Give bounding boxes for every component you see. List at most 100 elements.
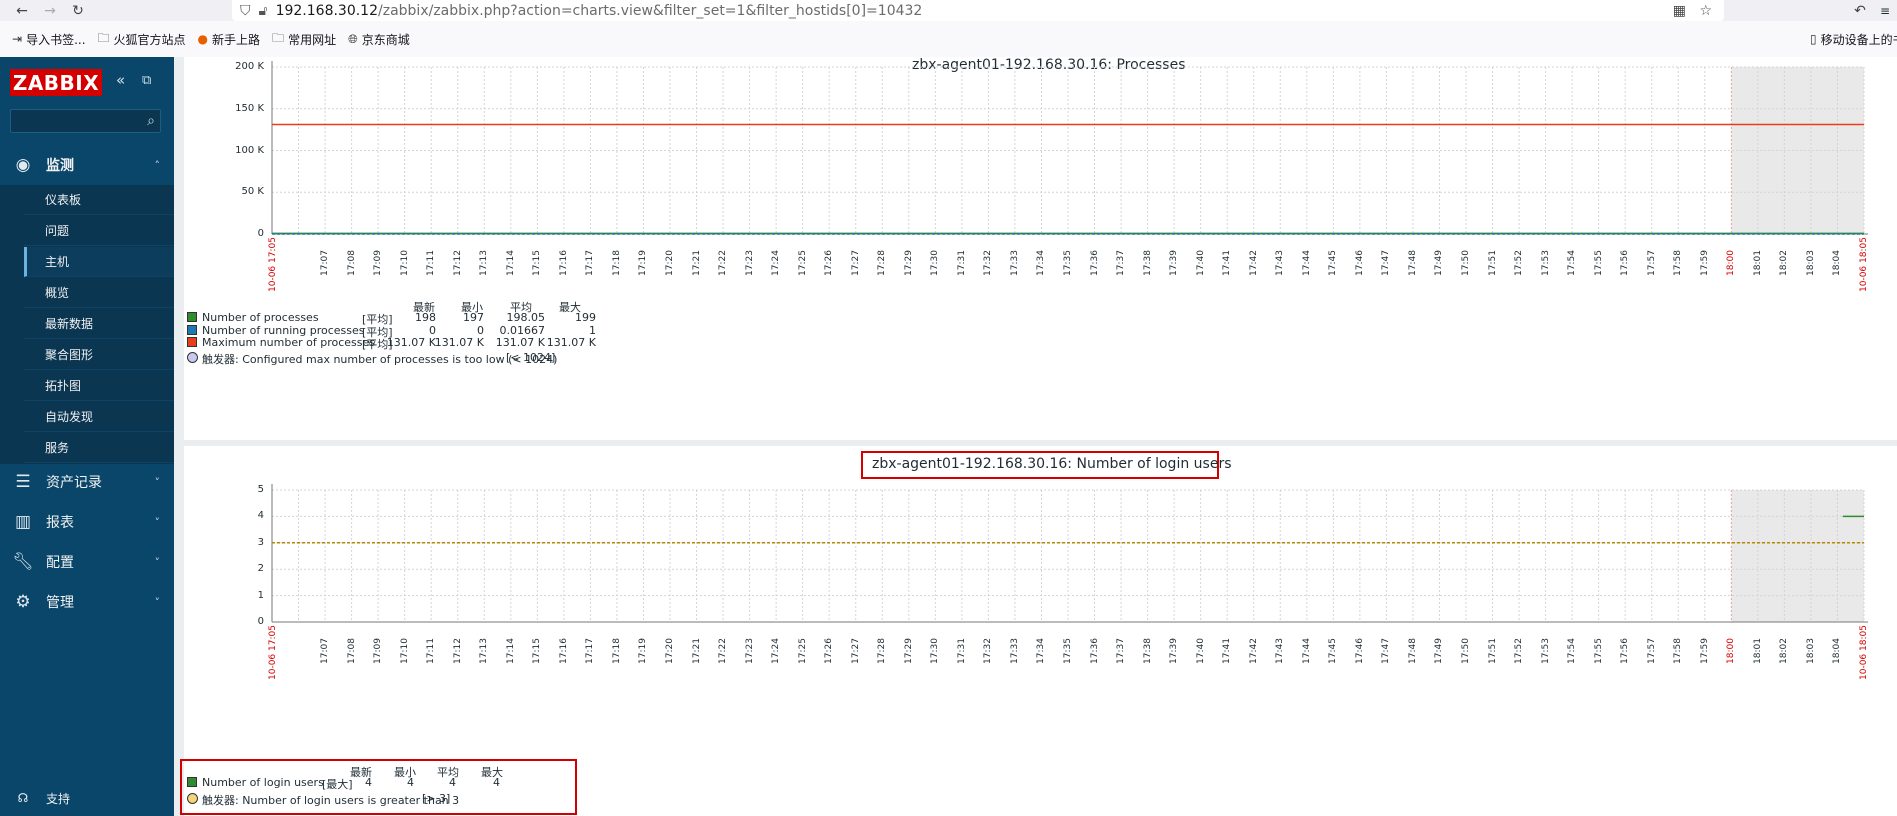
- chevron-down-icon: ˅: [154, 475, 161, 489]
- x-tick-label: 17:13: [479, 250, 490, 276]
- bookmark-firefox-site[interactable]: 🗀 火狐官方站点: [98, 29, 186, 50]
- url-host: 192.168.30.12: [275, 2, 379, 19]
- x-tick-label: 17:52: [1514, 638, 1525, 664]
- search-input[interactable]: ⌕: [10, 109, 161, 133]
- sidebar-item-hosts[interactable]: 主机: [24, 247, 174, 277]
- x-tick-label: 17:56: [1620, 250, 1631, 276]
- y-tick-label: 2: [257, 563, 264, 575]
- menu-administration[interactable]: ⚙ 管理 ˅: [0, 582, 174, 622]
- x-tick-label: 17:32: [983, 638, 994, 664]
- trigger-label: 触发器: Number of login users is greater th…: [202, 794, 460, 807]
- sidebar-item-latest-data[interactable]: 最新数据: [24, 309, 174, 339]
- sidebar-item-discovery[interactable]: 自动发现: [24, 402, 174, 432]
- x-tick-label: 17:44: [1301, 250, 1312, 276]
- y-tick-label: 200 K: [235, 61, 264, 72]
- bookmark-star-icon[interactable]: ☆: [1699, 3, 1712, 19]
- support-link[interactable]: ☊ 支持: [0, 783, 174, 813]
- x-tick-label: 17:48: [1407, 250, 1418, 276]
- menu-icon[interactable]: ≡: [1880, 4, 1890, 18]
- sidebar-item-dashboard[interactable]: 仪表板: [24, 185, 174, 215]
- menu-reports[interactable]: ▥ 报表 ˅: [0, 502, 174, 542]
- chevron-down-icon: ˅: [154, 515, 161, 529]
- x-tick-label: 17:58: [1673, 638, 1684, 664]
- sidebar-item-maps[interactable]: 拓扑图: [24, 371, 174, 401]
- back-icon[interactable]: ←: [8, 0, 36, 21]
- x-tick-label: 17:10: [399, 250, 410, 276]
- x-tick-label: 17:46: [1354, 638, 1365, 664]
- x-tick-label: 10-06 18:05: [1859, 237, 1869, 292]
- bookmark-import[interactable]: ⇥ 导入书签...: [12, 31, 86, 48]
- undo-icon[interactable]: ↶: [1846, 0, 1874, 21]
- sidebar-item-overview[interactable]: 概览: [24, 278, 174, 308]
- menu-configuration[interactable]: 🔧︎ 配置 ˅: [0, 542, 174, 582]
- x-tick-label: 17:20: [665, 638, 675, 664]
- x-tick-label: 17:55: [1593, 250, 1604, 276]
- x-tick-label: 17:50: [1461, 250, 1471, 276]
- legend-color-swatch: [187, 324, 197, 335]
- x-tick-label: 17:29: [903, 638, 914, 664]
- sidebar-item-screens[interactable]: 聚合图形: [24, 340, 174, 370]
- y-tick-label: 50 K: [241, 186, 264, 198]
- y-tick-label: 3: [257, 536, 264, 548]
- bookmark-mobile[interactable]: ▯ 移动设备上的书: [1810, 31, 1897, 48]
- x-tick-label: 17:33: [1009, 638, 1020, 664]
- x-tick-label: 17:10: [399, 638, 410, 664]
- y-tick-label: 5: [257, 484, 264, 495]
- x-tick-label: 17:59: [1699, 638, 1710, 664]
- gear-icon: ⚙: [15, 592, 31, 612]
- x-tick-label: 17:27: [850, 250, 861, 276]
- collapse-icon[interactable]: «: [116, 71, 125, 89]
- menu-monitoring[interactable]: ◉ 监测 ˄: [0, 145, 174, 185]
- y-tick-label: 100 K: [235, 144, 264, 156]
- x-tick-label: 17:18: [611, 638, 622, 664]
- x-tick-label: 17:38: [1142, 250, 1153, 276]
- bookmark-jd[interactable]: 🌐︎ 京东商城: [348, 31, 410, 48]
- reload-icon[interactable]: ↻: [64, 0, 92, 21]
- qr-icon[interactable]: ▦: [1673, 3, 1686, 19]
- x-tick-label: 17:22: [718, 250, 729, 276]
- x-tick-label: 17:17: [585, 250, 596, 276]
- x-tick-label: 17:20: [665, 250, 675, 276]
- legend-value: 4: [449, 776, 456, 789]
- sidebar-item-problems[interactable]: 问题: [24, 216, 174, 246]
- x-tick-label: 17:14: [505, 638, 516, 664]
- x-tick-label: 17:18: [611, 250, 622, 276]
- x-tick-label: 17:45: [1328, 638, 1339, 664]
- x-tick-label: 17:16: [558, 250, 569, 276]
- kiosk-icon[interactable]: ⧉: [142, 73, 151, 88]
- x-tick-label: 17:46: [1354, 250, 1365, 276]
- x-tick-label: 17:57: [1646, 250, 1657, 276]
- menu-inventory[interactable]: ☰ 资产记录 ˅: [0, 462, 174, 502]
- x-tick-label: 17:16: [558, 638, 569, 664]
- x-tick-label: 17:53: [1540, 638, 1551, 664]
- x-tick-label: 17:19: [638, 250, 649, 276]
- bookmarks-bar: ⇥ 导入书签... 🗀 火狐官方站点 ● 新手上路 🗀 常用网址 🌐︎ 京东商城 ▯ 移动设…: [0, 21, 1897, 57]
- x-tick-label: 17:54: [1567, 638, 1578, 664]
- x-tick-label: 17:28: [877, 638, 888, 664]
- legend-value: 4: [493, 776, 500, 789]
- x-tick-label: 17:24: [771, 638, 782, 664]
- zabbix-logo[interactable]: ZABBIX: [10, 69, 102, 96]
- x-tick-label: 17:42: [1248, 638, 1259, 664]
- search-icon[interactable]: ⌕: [147, 113, 155, 129]
- bookmark-getting-started[interactable]: ● 新手上路: [198, 31, 261, 48]
- x-tick-label: 17:45: [1328, 250, 1339, 276]
- x-tick-label: 18:02: [1779, 250, 1790, 276]
- x-tick-label: 17:21: [691, 250, 702, 276]
- x-tick-label: 17:50: [1461, 638, 1471, 664]
- forward-icon[interactable]: →: [36, 0, 64, 21]
- x-tick-label: 18:02: [1779, 638, 1790, 664]
- future-shade: [1731, 490, 1864, 622]
- x-tick-label: 17:23: [744, 638, 755, 664]
- trigger-value: [< 1024]: [506, 351, 556, 364]
- legend-series-name: Number of processes: [202, 311, 319, 324]
- x-tick-label: 17:55: [1593, 638, 1604, 664]
- address-bar[interactable]: ⛉ 🔓︎ 192.168.30.12/zabbix/zabbix.php?act…: [232, 0, 1724, 21]
- x-tick-label: 17:34: [1036, 250, 1047, 276]
- sidebar-item-services[interactable]: 服务: [24, 433, 174, 463]
- x-tick-label: 17:49: [1434, 250, 1445, 276]
- x-tick-label: 17:19: [638, 638, 649, 664]
- bookmark-common[interactable]: 🗀 常用网址: [272, 29, 336, 50]
- chart-panel-processes: zbx-agent01-192.168.30.16: Processes 0 50…: [184, 57, 1897, 440]
- headset-icon: ☊: [17, 791, 29, 805]
